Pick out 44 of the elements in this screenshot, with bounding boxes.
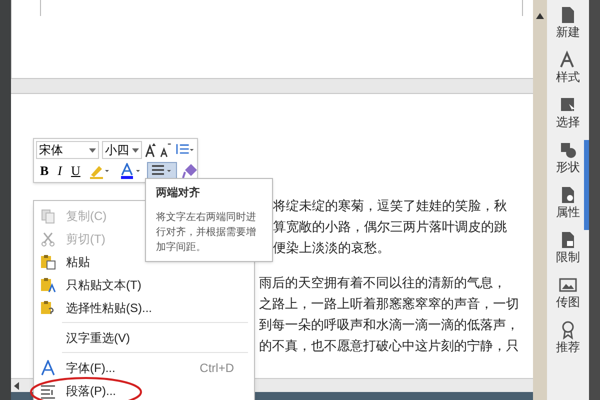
grow-font-icon[interactable] — [144, 142, 158, 158]
document-text-line: 便染上淡淡的哀愁。 — [273, 239, 391, 257]
shrink-font-icon[interactable] — [160, 142, 172, 158]
font-color-icon — [120, 163, 142, 179]
dropdown-caret-icon — [89, 148, 96, 152]
clipboard-icon — [40, 300, 56, 316]
tooltip-title: 两端对齐 — [156, 186, 201, 201]
side-panel-button[interactable]: 新建 — [556, 2, 580, 43]
letter-a-icon — [40, 360, 56, 376]
tooltip-text: 将文字左右两端同时进行对齐，并根据需要增加字间距。 — [156, 210, 257, 254]
italic-button[interactable]: I — [54, 162, 66, 180]
document-text-line: 算宽敞的小路，偶尔三两片落叶调皮的跳 — [273, 218, 508, 236]
copy-icon — [40, 208, 56, 224]
side-panel-button[interactable]: 限制 — [556, 227, 580, 268]
highlighter-icon — [89, 163, 112, 179]
side-panel-button[interactable]: 样式 — [556, 47, 580, 88]
clipboard-icon — [40, 254, 56, 270]
bold-button[interactable]: B — [36, 162, 53, 180]
vertical-scrollbar[interactable] — [533, 0, 547, 400]
document-text-line: 的不真，也不愿意打破心中这片刻的宁静，只 — [259, 337, 520, 355]
document-text-line: 之路上，一路上听着那窸窸窣窣的声音，一切 — [259, 295, 520, 313]
clipboard-icon — [40, 276, 56, 292]
menu-item[interactable]: 选择性粘贴(S)... — [34, 296, 254, 319]
menu-item[interactable]: 只粘贴文本(T) — [34, 273, 254, 296]
font-name-dropdown[interactable]: 宋体 — [36, 141, 100, 159]
underline-button[interactable]: U — [67, 162, 84, 180]
paragraph-icon — [40, 382, 56, 398]
panel-collapse-handle[interactable] — [584, 140, 589, 230]
side-panel-button[interactable]: 属性 — [556, 182, 580, 223]
menu-item[interactable]: 字体(F)... Ctrl+D — [34, 356, 254, 379]
scissors-icon — [40, 230, 56, 246]
shapes-icon — [558, 140, 578, 160]
menu-item[interactable]: 汉字重选(V) — [34, 326, 254, 349]
menu-item[interactable]: 段落(P)... — [34, 379, 254, 400]
side-panel-button[interactable]: 推荐 — [556, 317, 580, 358]
side-panel-button[interactable]: 形状 — [556, 137, 580, 178]
document-text-line: 将绽未绽的寒菊，逗笑了娃娃的笑脸，秋 — [273, 197, 508, 215]
document-text-line: 雨后的天空拥有着不同以往的清新的气息， — [259, 274, 507, 292]
side-panel-button[interactable]: 选择 — [556, 92, 580, 133]
paintbrush-icon — [182, 163, 198, 179]
document-text-line: 到每一朵的呼吸声和水滴一滴一滴的低落声， — [259, 316, 520, 334]
font-size-dropdown[interactable]: 小四 — [102, 141, 142, 159]
side-panel-button[interactable]: 传图 — [556, 272, 580, 313]
dropdown-caret-icon — [132, 148, 139, 152]
